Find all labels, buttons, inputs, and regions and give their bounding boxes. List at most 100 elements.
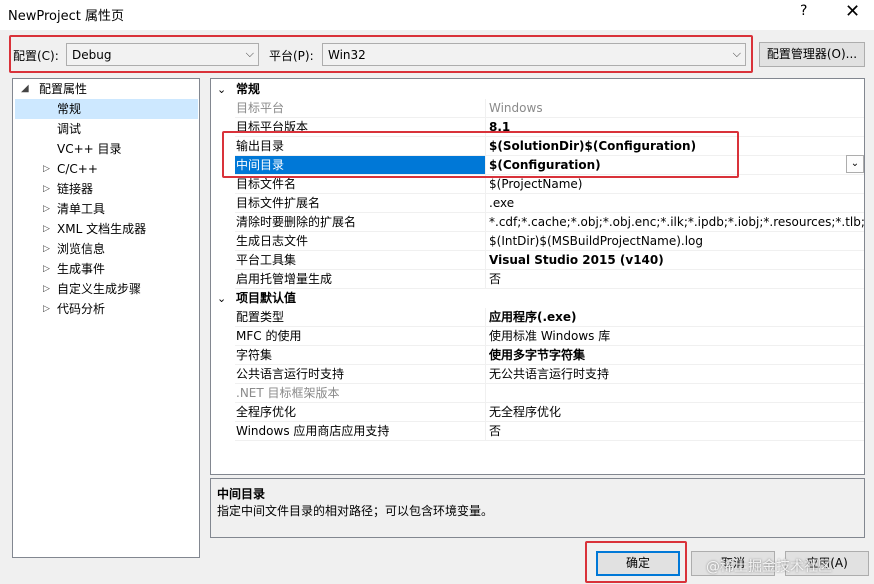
tree-item-code-analysis[interactable]: ▷ 代码分析 <box>15 299 199 319</box>
tree-item-label: 调试 <box>57 122 82 136</box>
property-value[interactable]: $(IntDir)$(MSBuildProjectName).log <box>489 232 864 251</box>
category-general[interactable]: ⌄ 常规 <box>211 80 864 99</box>
chevron-down-icon: ⌵ <box>732 47 741 60</box>
collapse-icon[interactable]: ⌄ <box>217 289 226 308</box>
chevron-down-icon: ⌵ <box>245 47 254 60</box>
column-separator <box>485 213 486 232</box>
column-separator <box>485 270 486 289</box>
collapsed-triangle-icon[interactable]: ▷ <box>43 179 50 199</box>
config-value: Debug <box>72 48 112 62</box>
property-tree: ◢ 配置属性 常规 调试 VC++ 目录 ▷ C/C++ ▷ 链接器 ▷ 清单工… <box>12 78 200 558</box>
property-value[interactable]: 无公共语言运行时支持 <box>489 365 864 384</box>
value-dropdown-button[interactable]: ⌄ <box>846 155 864 173</box>
property-value[interactable]: 否 <box>489 422 864 441</box>
property-row[interactable]: 启用托管增量生成 否 <box>211 270 864 289</box>
category-label: 项目默认值 <box>236 291 297 305</box>
category-label: 常规 <box>236 82 261 96</box>
title-bar: NewProject 属性页 ? ✕ <box>0 0 874 30</box>
property-value[interactable]: 否 <box>489 270 864 289</box>
tree-item-label: XML 文档生成器 <box>57 222 147 236</box>
collapsed-triangle-icon[interactable]: ▷ <box>43 279 50 299</box>
property-name: 生成日志文件 <box>236 234 309 248</box>
property-value[interactable]: 无全程序优化 <box>489 403 864 422</box>
collapsed-triangle-icon[interactable]: ▷ <box>43 259 50 279</box>
property-row[interactable]: 全程序优化 无全程序优化 <box>211 403 864 422</box>
property-row[interactable]: Windows 应用商店应用支持 否 <box>211 422 864 441</box>
property-value[interactable]: 应用程序(.exe) <box>489 308 864 327</box>
collapsed-triangle-icon[interactable]: ▷ <box>43 219 50 239</box>
collapsed-triangle-icon[interactable]: ▷ <box>43 239 50 259</box>
property-name: MFC 的使用 <box>236 329 302 343</box>
collapse-icon[interactable]: ⌄ <box>217 80 226 99</box>
tree-root-label: 配置属性 <box>39 82 88 96</box>
ok-button[interactable]: 确定 <box>596 551 680 576</box>
column-separator <box>485 232 486 251</box>
property-row[interactable]: 平台工具集 Visual Studio 2015 (v140) <box>211 251 864 270</box>
column-separator <box>485 346 486 365</box>
property-name: 清除时要删除的扩展名 <box>236 215 357 229</box>
config-combo[interactable]: Debug ⌵ <box>66 43 259 66</box>
expanded-triangle-icon: ◢ <box>21 83 29 94</box>
tree-item-label: 链接器 <box>57 182 94 196</box>
property-name: 启用托管增量生成 <box>236 272 333 286</box>
property-value[interactable]: 使用多字节字符集 <box>489 346 864 365</box>
property-row[interactable]: 清除时要删除的扩展名 *.cdf;*.cache;*.obj;*.obj.enc;… <box>211 213 864 232</box>
watermark-text: @稀土掘金技术社区 <box>706 559 832 575</box>
tree-item-vc-directories[interactable]: VC++ 目录 <box>15 139 199 159</box>
property-value[interactable]: .exe <box>489 194 864 213</box>
tree-item-debugging[interactable]: 调试 <box>15 119 199 139</box>
property-name: 配置类型 <box>236 310 285 324</box>
column-separator <box>485 194 486 213</box>
property-row[interactable]: 公共语言运行时支持 无公共语言运行时支持 <box>211 365 864 384</box>
collapsed-triangle-icon[interactable]: ▷ <box>43 199 50 219</box>
property-row[interactable]: 目标文件扩展名 .exe <box>211 194 864 213</box>
column-separator <box>485 365 486 384</box>
tree-item-build-events[interactable]: ▷ 生成事件 <box>15 259 199 279</box>
column-separator <box>485 99 486 118</box>
help-icon[interactable]: ? <box>800 3 807 19</box>
close-icon[interactable]: ✕ <box>845 1 860 22</box>
tree-item-label: 常规 <box>57 102 82 116</box>
property-name: 公共语言运行时支持 <box>236 367 345 381</box>
property-name: 目标平台 <box>236 101 285 115</box>
property-value[interactable]: 使用标准 Windows 库 <box>489 327 864 346</box>
property-value[interactable]: Visual Studio 2015 (v140) <box>489 251 864 270</box>
collapsed-triangle-icon[interactable]: ▷ <box>43 299 50 319</box>
category-project-defaults[interactable]: ⌄ 项目默认值 <box>211 289 864 308</box>
column-separator <box>485 251 486 270</box>
tree-item-xml-doc[interactable]: ▷ XML 文档生成器 <box>15 219 199 239</box>
tree-item-browse-info[interactable]: ▷ 浏览信息 <box>15 239 199 259</box>
tree-item-label: 浏览信息 <box>57 242 106 256</box>
tree-item-linker[interactable]: ▷ 链接器 <box>15 179 199 199</box>
tree-item-label: 代码分析 <box>57 302 106 316</box>
description-panel: 中间目录 指定中间文件目录的相对路径；可以包含环境变量。 <box>210 478 865 538</box>
column-separator <box>485 327 486 346</box>
property-name: 平台工具集 <box>236 253 297 267</box>
property-row[interactable]: 配置类型 应用程序(.exe) <box>211 308 864 327</box>
tree-item-label: VC++ 目录 <box>57 142 122 156</box>
tree-item-general[interactable]: 常规 <box>15 99 198 119</box>
tree-item-cpp[interactable]: ▷ C/C++ <box>15 159 199 179</box>
tree-item-custom-build[interactable]: ▷ 自定义生成步骤 <box>15 279 199 299</box>
property-name: 全程序优化 <box>236 405 297 419</box>
property-value[interactable]: *.cdf;*.cache;*.obj;*.obj.enc;*.ilk;*.ip… <box>489 213 864 232</box>
property-row[interactable]: MFC 的使用 使用标准 Windows 库 <box>211 327 864 346</box>
platform-label: 平台(P): <box>269 49 314 63</box>
tree-root[interactable]: ◢ 配置属性 <box>15 79 199 99</box>
output-intermediate-highlight <box>222 131 739 178</box>
property-row[interactable]: .NET 目标框架版本 <box>211 384 864 403</box>
property-row[interactable]: 目标平台 Windows <box>211 99 864 118</box>
tree-item-label: 清单工具 <box>57 202 106 216</box>
column-separator <box>485 422 486 441</box>
tree-item-manifest-tool[interactable]: ▷ 清单工具 <box>15 199 199 219</box>
config-manager-button[interactable]: 配置管理器(O)... <box>759 42 865 67</box>
property-row[interactable]: 生成日志文件 $(IntDir)$(MSBuildProjectName).log <box>211 232 864 251</box>
collapsed-triangle-icon[interactable]: ▷ <box>43 159 50 179</box>
column-separator <box>485 308 486 327</box>
property-name: Windows 应用商店应用支持 <box>236 424 390 438</box>
row-divider <box>235 440 864 441</box>
platform-value: Win32 <box>328 48 366 62</box>
platform-combo[interactable]: Win32 ⌵ <box>322 43 746 66</box>
property-row[interactable]: 字符集 使用多字节字符集 <box>211 346 864 365</box>
property-name: .NET 目标框架版本 <box>236 386 340 400</box>
